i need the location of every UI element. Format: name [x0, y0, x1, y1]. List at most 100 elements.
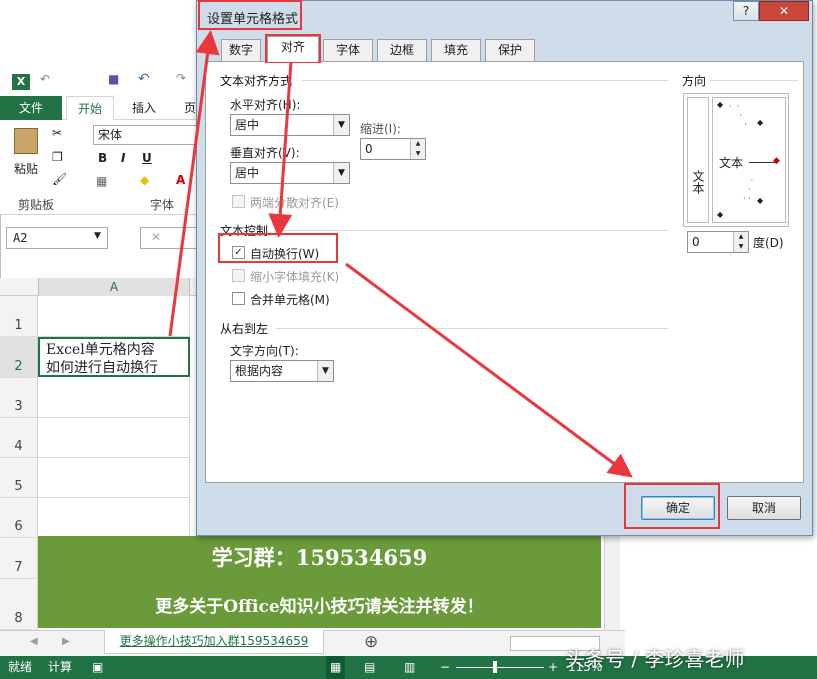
cell-a1[interactable]: [38, 296, 190, 337]
next-sheet-icon[interactable]: ▶: [62, 636, 70, 647]
paste-icon[interactable]: [14, 128, 38, 154]
degrees-spinner[interactable]: 0 ▲ ▼: [687, 231, 749, 253]
merge-cells-label[interactable]: 合并单元格(M): [250, 291, 330, 308]
add-sheet-icon[interactable]: ⊕: [364, 632, 378, 652]
zoom-slider-thumb[interactable]: [493, 661, 497, 673]
font-group-label: 字体: [150, 198, 175, 212]
help-button[interactable]: ?: [733, 1, 759, 21]
paste-button-label[interactable]: 粘贴: [14, 160, 38, 177]
orientation-box[interactable]: 文本 文本 ◆ ◆ ◆ ◆ ◆ · · · · · · · ·: [683, 93, 789, 227]
tab-file[interactable]: 文件: [0, 96, 62, 120]
shrink-to-fit-label: 缩小字体填充(K): [250, 270, 340, 284]
cell-a6[interactable]: [38, 498, 190, 538]
vertical-text-box[interactable]: 文本: [687, 97, 709, 223]
indent-spinner[interactable]: 0 ▲ ▼: [360, 138, 426, 160]
section-right-to-left: 从右到左: [220, 322, 269, 336]
spinner-arrows-icon[interactable]: ▲ ▼: [733, 232, 748, 252]
close-icon: ✕: [778, 4, 790, 18]
tab-border[interactable]: 边框: [377, 39, 427, 61]
vertical-align-select[interactable]: 居中 ▼: [230, 162, 350, 184]
zoom-in-icon[interactable]: +: [548, 656, 558, 679]
text-direction-select[interactable]: 根据内容 ▼: [230, 360, 334, 382]
promo-banner: 学习群：159534659 更多关于Office知识小技巧请关注并转发！: [38, 536, 601, 628]
font-name-box[interactable]: 宋体: [93, 125, 200, 145]
row-header-4[interactable]: 4: [0, 418, 38, 458]
merge-cells-checkbox[interactable]: [232, 292, 245, 305]
chevron-down-icon: ▼: [333, 115, 349, 135]
cell-a2-selected[interactable]: Excel单元格内容 如何进行自动换行: [38, 337, 190, 377]
orientation-handle-icon[interactable]: ◆: [773, 156, 780, 166]
redo-icon[interactable]: ↷: [176, 71, 186, 85]
save-icon[interactable]: ■: [108, 72, 119, 86]
undo-icon[interactable]: ↶: [40, 72, 50, 86]
font-color-icon[interactable]: A: [176, 173, 185, 187]
page-break-icon[interactable]: ▥: [404, 656, 415, 679]
format-painter-icon[interactable]: 🖌: [52, 172, 67, 186]
row-header-2[interactable]: 2: [0, 337, 38, 378]
banner-line-1: 学习群：159534659: [211, 545, 428, 570]
tab-number[interactable]: 数字: [221, 39, 261, 61]
row-header-8[interactable]: 8: [0, 579, 38, 630]
row-header-7[interactable]: 7: [0, 538, 38, 579]
orientation-text-preview: 文本: [719, 156, 744, 170]
tab-font[interactable]: 字体: [323, 39, 373, 61]
macro-record-icon[interactable]: ▣: [92, 656, 103, 679]
status-calc: 计算: [48, 660, 73, 674]
cancel-formula-icon[interactable]: ✕: [151, 230, 161, 244]
highlight-dialog-title: [198, 0, 302, 30]
page-layout-icon[interactable]: ▤: [364, 656, 375, 679]
section-orientation: 方向: [682, 74, 707, 88]
horizontal-align-label: 水平对齐(H):: [230, 98, 301, 112]
close-button[interactable]: ✕: [759, 1, 809, 21]
fill-color-icon[interactable]: ◆: [140, 173, 149, 187]
zoom-out-icon[interactable]: −: [440, 656, 450, 679]
dial-dot: ◆: [717, 100, 724, 109]
bold-button[interactable]: B: [98, 151, 107, 165]
chevron-down-icon: ▼: [94, 231, 101, 241]
chevron-down-icon: ▼: [333, 163, 349, 183]
horizontal-align-select[interactable]: 居中 ▼: [230, 114, 350, 136]
divider: [302, 80, 668, 81]
cell-a3[interactable]: [38, 378, 190, 418]
border-icon[interactable]: ▦: [96, 174, 107, 188]
row-header-5[interactable]: 5: [0, 458, 38, 498]
orientation-dial[interactable]: 文本 ◆ ◆ ◆ ◆ ◆ · · · · · · · ·: [712, 97, 786, 223]
vertical-align-value: 居中: [235, 166, 260, 180]
vertical-scrollbar[interactable]: [604, 536, 620, 632]
shrink-to-fit-checkbox[interactable]: [232, 269, 245, 282]
tab-fill[interactable]: 填充: [431, 39, 481, 61]
tab-protection[interactable]: 保护: [485, 39, 535, 61]
undo-arrow-icon[interactable]: ↶: [138, 71, 150, 87]
column-header-a[interactable]: A: [38, 278, 190, 296]
cell-a5[interactable]: [38, 458, 190, 498]
name-box[interactable]: A2: [6, 227, 108, 249]
zoom-slider[interactable]: [456, 667, 544, 668]
row-header-1[interactable]: 1: [0, 296, 38, 337]
horizontal-align-value: 居中: [235, 118, 260, 132]
tab-alignment[interactable]: 对齐: [267, 36, 319, 62]
row-header-3[interactable]: 3: [0, 378, 38, 418]
tab-home[interactable]: 开始: [66, 96, 114, 120]
cut-icon[interactable]: ✂: [52, 126, 62, 140]
underline-button[interactable]: U: [142, 151, 152, 165]
copy-icon[interactable]: ❐: [52, 150, 63, 164]
prev-sheet-icon[interactable]: ◀: [30, 636, 38, 647]
sheet-tab-active[interactable]: 更多操作小技巧加入群159534659: [104, 630, 324, 654]
justify-distributed-label: 两端分散对齐(E): [250, 196, 339, 210]
spinner-arrows-icon[interactable]: ▲ ▼: [410, 139, 425, 159]
italic-button[interactable]: I: [121, 151, 125, 165]
section-text-alignment: 文本对齐方式: [220, 74, 293, 88]
row-header-6[interactable]: 6: [0, 498, 38, 538]
tab-insert[interactable]: 插入: [122, 96, 166, 120]
formula-bar[interactable]: ✕: [140, 227, 200, 249]
excel-logo-icon: X: [12, 74, 30, 90]
justify-distributed-checkbox[interactable]: [232, 195, 245, 208]
quick-access-toolbar: X ↶ ■ ↶ ↷: [0, 68, 200, 96]
watermark: 头条号 / 李珍喜老师: [565, 647, 745, 671]
cancel-button[interactable]: 取消: [727, 496, 801, 520]
normal-view-icon[interactable]: ▦: [326, 656, 346, 679]
cell-a4[interactable]: [38, 418, 190, 458]
indent-label: 缩进(I):: [360, 122, 401, 136]
degrees-value: 0: [692, 235, 700, 249]
banner-line-2: 更多关于Office知识小技巧请关注并转发！: [155, 597, 484, 617]
